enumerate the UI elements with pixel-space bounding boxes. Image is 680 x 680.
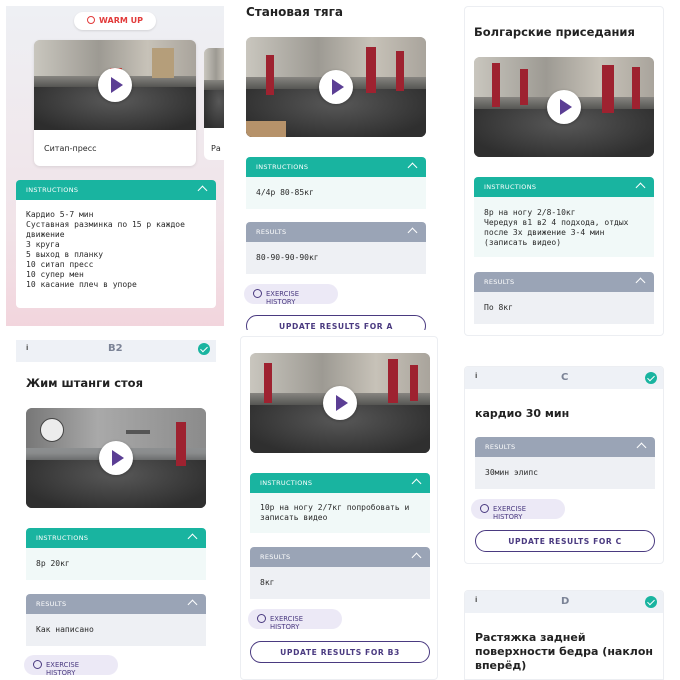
exercise-letter: D (561, 596, 570, 607)
video-thumbnail[interactable] (34, 40, 196, 130)
update-results-button[interactable]: UPDATE RESULTS FOR A (246, 315, 426, 330)
exercise-history-button[interactable]: EXERCISE HISTORY (244, 284, 338, 306)
history-icon (257, 614, 266, 623)
instructions-body: 4/4р 80-85кг (246, 177, 426, 209)
exercise-letter: B2 (108, 343, 123, 354)
chevron-up-icon[interactable] (187, 533, 198, 544)
history-icon (33, 660, 42, 669)
c-panel: i C кардио 30 мин RESULTS 30мин элипс EX… (464, 366, 664, 564)
warmup-panel: WARM UP Ситап-пресс Ра INSTRUCTIONS Кард… (6, 6, 224, 326)
results-body: По 8кг (474, 292, 654, 324)
instructions-body: 10р на ногу 2/7кг попробовать и записать… (250, 493, 430, 533)
check-icon (198, 343, 210, 355)
chevron-up-icon[interactable] (411, 552, 422, 563)
history-icon (480, 504, 489, 513)
check-icon (645, 372, 657, 384)
exercise-title: Болгарские приседания (474, 25, 635, 39)
chevron-up-icon[interactable] (197, 185, 208, 196)
exercise-title: Жим штанги стоя (26, 376, 143, 390)
video-thumbnail[interactable] (26, 408, 206, 508)
chevron-up-icon[interactable] (407, 162, 418, 173)
results-body: 80-90-90-90кг (246, 242, 426, 274)
video-thumbnail[interactable] (246, 37, 426, 137)
exercise-card-header: i D (465, 591, 663, 613)
check-icon (645, 596, 657, 608)
exercise-history-button[interactable]: EXERCISE HISTORY (248, 609, 342, 631)
carousel-card[interactable]: Ситап-пресс (34, 40, 196, 166)
deadlift-panel: Становая тяга INSTRUCTIONS 4/4р 80-85кг … (240, 0, 436, 330)
carousel-card-label: Ситап-пресс (44, 144, 97, 153)
info-icon[interactable]: i (475, 372, 477, 380)
play-icon[interactable] (547, 90, 581, 124)
d-panel: i D Растяжка задней поверхности бедра (н… (464, 590, 664, 680)
update-results-button[interactable]: UPDATE RESULTS FOR C (475, 530, 655, 552)
chevron-up-icon[interactable] (187, 599, 198, 610)
instructions-header[interactable]: INSTRUCTIONS (16, 180, 216, 200)
results-body: 8кг (250, 567, 430, 599)
chevron-up-icon[interactable] (635, 277, 646, 288)
video-thumbnail[interactable] (474, 57, 654, 157)
video-thumbnail[interactable] (250, 353, 430, 453)
chevron-up-icon[interactable] (636, 442, 647, 453)
results-body: 30мин элипс (475, 457, 655, 489)
results-header[interactable]: RESULTS (474, 272, 654, 292)
info-icon[interactable]: i (26, 344, 28, 352)
exercise-history-button[interactable]: EXERCISE HISTORY (24, 655, 118, 677)
update-results-button[interactable]: UPDATE RESULTS FOR B3 (250, 641, 430, 663)
play-icon[interactable] (323, 386, 357, 420)
exercise-card-header: i C (465, 367, 663, 389)
instructions-header[interactable]: INSTRUCTIONS (474, 177, 654, 197)
b2-panel: i B2 Жим штанги стоя INSTRUCTIONS 8р 20к… (16, 340, 216, 680)
timer-icon (87, 16, 96, 24)
play-icon[interactable] (319, 70, 353, 104)
info-icon[interactable]: i (475, 596, 477, 604)
b3-panel: INSTRUCTIONS 10р на ногу 2/7кг попробова… (240, 336, 438, 680)
exercise-history-button[interactable]: EXERCISE HISTORY (471, 499, 565, 521)
history-icon (253, 289, 262, 298)
video-thumbnail[interactable] (204, 48, 224, 128)
chevron-up-icon[interactable] (411, 478, 422, 489)
exercise-letter: C (561, 372, 569, 383)
exercise-card-header: i B2 (16, 340, 216, 362)
carousel-card[interactable]: Ра (204, 48, 224, 160)
instructions-body: 8р 20кг (26, 548, 206, 580)
instructions-header[interactable]: INSTRUCTIONS (250, 473, 430, 493)
exercise-title: Становая тяга (246, 5, 343, 19)
chevron-up-icon[interactable] (635, 182, 646, 193)
play-icon[interactable] (99, 441, 133, 475)
exercise-title: кардио 30 мин (475, 407, 570, 420)
instructions-body: 8р на ногу 2/8-10кг Чередуя в1 в2 4 подх… (474, 197, 654, 257)
bulgarian-panel: Болгарские приседания INSTRUCTIONS 8р на… (464, 6, 664, 336)
carousel-card-label: Ра (211, 144, 221, 153)
play-icon[interactable] (98, 68, 132, 102)
instructions-header[interactable]: INSTRUCTIONS (26, 528, 206, 548)
results-header[interactable]: RESULTS (250, 547, 430, 567)
results-header[interactable]: RESULTS (26, 594, 206, 614)
warmup-badge: WARM UP (74, 12, 156, 30)
results-header[interactable]: RESULTS (475, 437, 655, 457)
results-body: Как написано (26, 614, 206, 646)
instructions-header[interactable]: INSTRUCTIONS (246, 157, 426, 177)
instructions-body: Кардио 5-7 мин Суставная разминка по 15 … (16, 200, 216, 308)
chevron-up-icon[interactable] (407, 227, 418, 238)
exercise-title: Растяжка задней поверхности бедра (накло… (475, 631, 654, 672)
results-header[interactable]: RESULTS (246, 222, 426, 242)
